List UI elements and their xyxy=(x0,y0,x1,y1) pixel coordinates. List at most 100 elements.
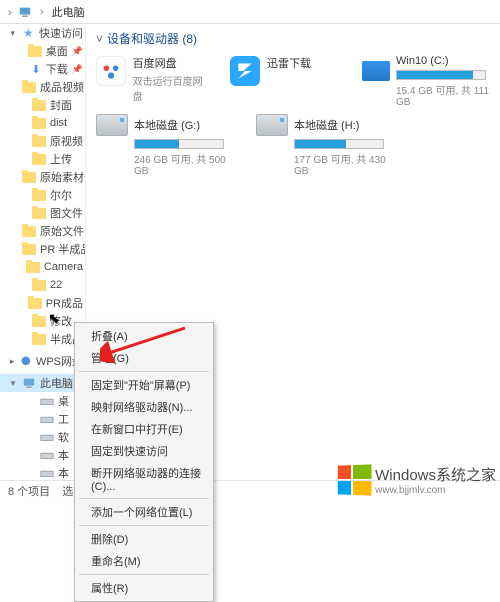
menu-item-label: 在新窗口中打开(E) xyxy=(91,421,183,437)
sidebar-drive-item[interactable]: 本 xyxy=(0,446,85,464)
capacity-bar xyxy=(396,70,486,80)
sidebar-drive-item[interactable]: 桌 xyxy=(0,392,85,410)
sidebar-item-label: PR成品 xyxy=(46,295,83,311)
device-item[interactable]: Win10 (C:) 15.4 GB 可用, 共 111 GB xyxy=(362,55,490,108)
hdd-icon xyxy=(96,114,128,136)
sidebar-item[interactable]: 图文件 xyxy=(0,204,85,222)
context-menu-item[interactable]: 固定到"开始"屏幕(P) xyxy=(75,374,213,396)
device-sub: 15.4 GB 可用, 共 111 GB xyxy=(396,82,490,108)
menu-item-label: 添加一个网络位置(L) xyxy=(91,504,192,520)
sidebar-item[interactable]: Camera xyxy=(0,258,85,276)
drive-sub: 177 GB 可用, 共 430 GB xyxy=(294,151,396,177)
menu-item-label: 重命名(M) xyxy=(91,553,141,569)
sidebar-item[interactable]: 封面 xyxy=(0,96,85,114)
menu-item-label: 固定到快速访问 xyxy=(91,443,168,459)
sidebar-item[interactable]: 22 xyxy=(0,276,85,294)
folder-icon xyxy=(28,44,42,58)
drive-sub: 246 GB 可用, 共 500 GB xyxy=(134,151,236,177)
folder-icon xyxy=(32,116,46,130)
sidebar-item-label: 原视频 xyxy=(50,133,83,149)
context-menu-item[interactable]: 重命名(M) xyxy=(75,550,213,572)
folder-icon xyxy=(26,260,40,274)
sidebar-item[interactable]: 成品视频 xyxy=(0,78,85,96)
xunlei-icon xyxy=(230,56,260,86)
folder-icon xyxy=(32,278,46,292)
watermark: Windows系统之家 www.bjjmlv.com xyxy=(337,464,496,496)
sidebar-item[interactable]: 半成品 xyxy=(0,330,85,348)
sidebar-item[interactable]: 尔尔 xyxy=(0,186,85,204)
windows-logo-icon xyxy=(338,464,372,495)
status-count: 8 个项目 xyxy=(8,483,50,499)
breadcrumb-location[interactable]: 此电脑 xyxy=(52,4,85,20)
sidebar-item[interactable]: 原视频 xyxy=(0,132,85,150)
sidebar-item-label: 原始素材份 xyxy=(40,169,86,185)
folder-icon xyxy=(32,314,46,328)
sidebar-item-label: dist xyxy=(50,117,67,129)
device-item[interactable]: 迅雷下载 xyxy=(229,55,342,108)
menu-separator xyxy=(79,498,209,499)
drive-icon xyxy=(40,466,54,480)
sidebar-item[interactable]: 修改 xyxy=(0,312,85,330)
folder-icon xyxy=(32,152,46,166)
sidebar-item[interactable]: 原始素材份 xyxy=(0,168,85,186)
pc-icon xyxy=(18,5,32,19)
menu-separator xyxy=(79,371,209,372)
this-pc[interactable]: ▾此电脑 xyxy=(0,374,85,392)
drive-icon xyxy=(40,430,54,444)
baidu-icon xyxy=(96,56,126,86)
drive-name: 本地磁盘 (G:) xyxy=(134,117,200,133)
device-item[interactable]: 百度网盘 双击运行百度网盘 xyxy=(96,55,209,108)
sidebar-item[interactable]: 桌面📌 xyxy=(0,42,85,60)
device-sub: 双击运行百度网盘 xyxy=(133,73,209,103)
context-menu-item[interactable]: 固定到快速访问 xyxy=(75,440,213,462)
sidebar-item[interactable]: ⬇下载📌 xyxy=(0,60,85,78)
sidebar-item-label: 原始文件 xyxy=(40,223,84,239)
drive-item[interactable]: 本地磁盘 (H:) 177 GB 可用, 共 430 GB xyxy=(256,114,396,177)
sidebar-item-label: 下载 xyxy=(46,61,68,77)
sidebar-item-label: 桌面 xyxy=(46,43,68,59)
quick-access[interactable]: ▾★快速访问 xyxy=(0,24,85,42)
context-menu-item[interactable]: 在新窗口中打开(E) xyxy=(75,418,213,440)
drive-icon xyxy=(40,448,54,462)
device-name: Win10 (C:) xyxy=(396,55,490,67)
context-menu-item[interactable]: 断开网络驱动器的连接(C)... xyxy=(75,462,213,496)
sidebar-item[interactable]: dist xyxy=(0,114,85,132)
sidebar-drive-item[interactable]: 工 xyxy=(0,410,85,428)
context-menu-item[interactable]: 折叠(A) xyxy=(75,325,213,347)
menu-item-label: 管理(G) xyxy=(91,350,129,366)
menu-separator xyxy=(79,574,209,575)
address-bar: › › 此电脑 xyxy=(0,0,500,24)
sidebar-item-label: 上传 xyxy=(50,151,72,167)
watermark-text: Windows系统之家 xyxy=(375,464,496,485)
drive-icon xyxy=(40,412,54,426)
sidebar-item[interactable]: PR 半成品 xyxy=(0,240,85,258)
quick-access-label: 快速访问 xyxy=(39,25,83,41)
sidebar-drive-item[interactable]: 软 xyxy=(0,428,85,446)
context-menu-item[interactable]: 删除(D) xyxy=(75,528,213,550)
context-menu-item[interactable]: 映射网络驱动器(N)... xyxy=(75,396,213,418)
chevron-right-icon: › xyxy=(8,5,12,19)
hdd-icon xyxy=(256,114,288,136)
context-menu-item[interactable]: 添加一个网络位置(L) xyxy=(75,501,213,523)
folder-icon xyxy=(32,134,46,148)
drive-item[interactable]: 本地磁盘 (G:) 246 GB 可用, 共 500 GB xyxy=(96,114,236,177)
menu-separator xyxy=(79,525,209,526)
sidebar-item[interactable]: PR成品 xyxy=(0,294,85,312)
sidebar-item-label: 22 xyxy=(50,279,62,291)
context-menu-item[interactable]: 管理(G) xyxy=(75,347,213,369)
wps-drive[interactable]: ▸WPS网盘 xyxy=(0,352,85,370)
windows-drive-icon xyxy=(362,61,390,81)
folder-icon xyxy=(22,170,36,184)
context-menu: 折叠(A) 管理(G) 固定到"开始"屏幕(P) 映射网络驱动器(N)... 在新窗口中… xyxy=(74,322,214,602)
menu-item-label: 映射网络驱动器(N)... xyxy=(91,399,192,415)
group-header[interactable]: ˅设备和驱动器 (8) xyxy=(96,30,490,47)
context-menu-item[interactable]: 属性(R) xyxy=(75,577,213,599)
sidebar-item[interactable]: 上传 xyxy=(0,150,85,168)
menu-item-label: 断开网络驱动器的连接(C)... xyxy=(91,465,203,493)
drive-name: 本地磁盘 (H:) xyxy=(294,117,359,133)
folder-icon xyxy=(32,206,46,220)
sidebar-item-label: Camera xyxy=(44,261,83,273)
sidebar-item-label: 本 xyxy=(58,465,69,481)
sidebar-item[interactable]: 原始文件 xyxy=(0,222,85,240)
menu-item-label: 属性(R) xyxy=(91,580,128,596)
